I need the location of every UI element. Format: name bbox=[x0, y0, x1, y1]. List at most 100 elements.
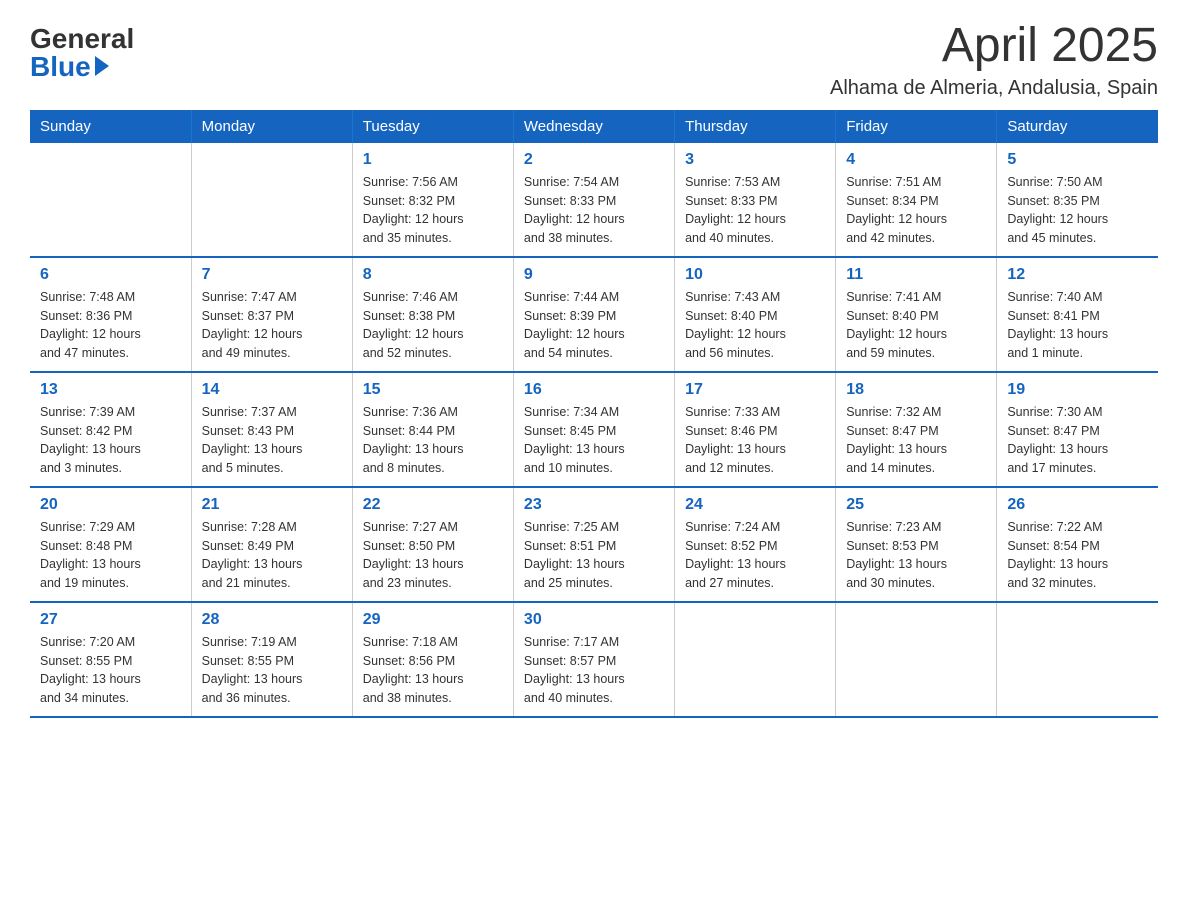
calendar-day-cell: 28Sunrise: 7:19 AMSunset: 8:55 PMDayligh… bbox=[191, 602, 352, 717]
day-info: Sunrise: 7:27 AMSunset: 8:50 PMDaylight:… bbox=[363, 518, 503, 593]
day-number: 11 bbox=[846, 266, 986, 284]
day-number: 21 bbox=[202, 496, 342, 514]
calendar-day-cell: 25Sunrise: 7:23 AMSunset: 8:53 PMDayligh… bbox=[836, 487, 997, 602]
calendar-week-row: 27 Sunrise: 7:20 AMSunset: 8:55 PMDayligh… bbox=[30, 602, 1158, 717]
day-info: Sunrise: 7:33 AMSunset: 8:46 PMDaylight:… bbox=[685, 403, 825, 478]
month-year-title: April 2025 bbox=[830, 20, 1158, 73]
title-area: April 2025 Alhama de Almeria, Andalusia,… bbox=[830, 20, 1158, 100]
day-number: 25 bbox=[846, 496, 986, 514]
calendar-day-cell: 19 Sunrise: 7:30 AMSunset: 8:47 PMDayligh… bbox=[997, 372, 1158, 487]
calendar-week-row: 6Sunrise: 7:48 AMSunset: 8:36 PMDaylight… bbox=[30, 257, 1158, 372]
calendar-week-row: 1 Sunrise: 7:56 AMSunset: 8:32 PMDaylight… bbox=[30, 143, 1158, 257]
day-info: Sunrise: 7:43 AMSunset: 8:40 PMDaylight:… bbox=[685, 288, 825, 363]
calendar-week-row: 13 Sunrise: 7:39 AMSunset: 8:42 PMDayligh… bbox=[30, 372, 1158, 487]
day-number: 23 bbox=[524, 496, 664, 514]
calendar-day-cell: 7Sunrise: 7:47 AMSunset: 8:37 PMDaylight… bbox=[191, 257, 352, 372]
logo-blue-text: Blue bbox=[30, 53, 109, 81]
day-number: 12 bbox=[1007, 266, 1148, 284]
day-number: 22 bbox=[363, 496, 503, 514]
calendar-table: SundayMondayTuesdayWednesdayThursdayFrid… bbox=[30, 110, 1158, 718]
calendar-day-cell: 11 Sunrise: 7:41 AMSunset: 8:40 PMDayligh… bbox=[836, 257, 997, 372]
day-number: 27 bbox=[40, 611, 181, 629]
day-number: 15 bbox=[363, 381, 503, 399]
day-number: 8 bbox=[363, 266, 503, 284]
calendar-day-cell: 18Sunrise: 7:32 AMSunset: 8:47 PMDayligh… bbox=[836, 372, 997, 487]
day-info: Sunrise: 7:46 AMSunset: 8:38 PMDaylight:… bbox=[363, 288, 503, 363]
calendar-day-cell: 8 Sunrise: 7:46 AMSunset: 8:38 PMDaylight… bbox=[352, 257, 513, 372]
day-info: Sunrise: 7:37 AMSunset: 8:43 PMDaylight:… bbox=[202, 403, 342, 478]
calendar-day-cell: 16Sunrise: 7:34 AMSunset: 8:45 PMDayligh… bbox=[513, 372, 674, 487]
day-info: Sunrise: 7:17 AMSunset: 8:57 PMDaylight:… bbox=[524, 633, 664, 708]
logo-triangle-icon bbox=[95, 56, 109, 76]
day-number: 2 bbox=[524, 151, 664, 169]
day-number: 14 bbox=[202, 381, 342, 399]
calendar-day-cell: 10 Sunrise: 7:43 AMSunset: 8:40 PMDayligh… bbox=[675, 257, 836, 372]
day-info: Sunrise: 7:24 AMSunset: 8:52 PMDaylight:… bbox=[685, 518, 825, 593]
calendar-body: 1 Sunrise: 7:56 AMSunset: 8:32 PMDaylight… bbox=[30, 143, 1158, 717]
day-info: Sunrise: 7:48 AMSunset: 8:36 PMDaylight:… bbox=[40, 288, 181, 363]
day-number: 9 bbox=[524, 266, 664, 284]
day-info: Sunrise: 7:32 AMSunset: 8:47 PMDaylight:… bbox=[846, 403, 986, 478]
calendar-day-cell: 12 Sunrise: 7:40 AMSunset: 8:41 PMDayligh… bbox=[997, 257, 1158, 372]
day-info: Sunrise: 7:41 AMSunset: 8:40 PMDaylight:… bbox=[846, 288, 986, 363]
weekday-header-thursday: Thursday bbox=[675, 110, 836, 143]
weekday-header-sunday: Sunday bbox=[30, 110, 191, 143]
day-number: 20 bbox=[40, 496, 181, 514]
calendar-day-cell: 1 Sunrise: 7:56 AMSunset: 8:32 PMDaylight… bbox=[352, 143, 513, 257]
weekday-header-saturday: Saturday bbox=[997, 110, 1158, 143]
calendar-day-cell: 6Sunrise: 7:48 AMSunset: 8:36 PMDaylight… bbox=[30, 257, 191, 372]
day-info: Sunrise: 7:18 AMSunset: 8:56 PMDaylight:… bbox=[363, 633, 503, 708]
day-number: 1 bbox=[363, 151, 503, 169]
calendar-day-cell: 3 Sunrise: 7:53 AMSunset: 8:33 PMDaylight… bbox=[675, 143, 836, 257]
calendar-day-cell: 29Sunrise: 7:18 AMSunset: 8:56 PMDayligh… bbox=[352, 602, 513, 717]
day-info: Sunrise: 7:56 AMSunset: 8:32 PMDaylight:… bbox=[363, 173, 503, 248]
calendar-day-cell bbox=[675, 602, 836, 717]
calendar-day-cell bbox=[191, 143, 352, 257]
calendar-day-cell: 24 Sunrise: 7:24 AMSunset: 8:52 PMDayligh… bbox=[675, 487, 836, 602]
day-number: 7 bbox=[202, 266, 342, 284]
day-info: Sunrise: 7:39 AMSunset: 8:42 PMDaylight:… bbox=[40, 403, 181, 478]
day-info: Sunrise: 7:36 AMSunset: 8:44 PMDaylight:… bbox=[363, 403, 503, 478]
day-number: 3 bbox=[685, 151, 825, 169]
calendar-day-cell: 27 Sunrise: 7:20 AMSunset: 8:55 PMDayligh… bbox=[30, 602, 191, 717]
day-info: Sunrise: 7:25 AMSunset: 8:51 PMDaylight:… bbox=[524, 518, 664, 593]
logo: General Blue bbox=[30, 20, 134, 81]
weekday-header-friday: Friday bbox=[836, 110, 997, 143]
calendar-header: SundayMondayTuesdayWednesdayThursdayFrid… bbox=[30, 110, 1158, 143]
day-number: 17 bbox=[685, 381, 825, 399]
day-number: 16 bbox=[524, 381, 664, 399]
day-number: 26 bbox=[1007, 496, 1148, 514]
calendar-day-cell: 9 Sunrise: 7:44 AMSunset: 8:39 PMDaylight… bbox=[513, 257, 674, 372]
day-number: 10 bbox=[685, 266, 825, 284]
day-number: 30 bbox=[524, 611, 664, 629]
location-subtitle: Alhama de Almeria, Andalusia, Spain bbox=[830, 77, 1158, 100]
calendar-day-cell bbox=[30, 143, 191, 257]
day-number: 19 bbox=[1007, 381, 1148, 399]
calendar-day-cell: 20 Sunrise: 7:29 AMSunset: 8:48 PMDayligh… bbox=[30, 487, 191, 602]
day-info: Sunrise: 7:20 AMSunset: 8:55 PMDaylight:… bbox=[40, 633, 181, 708]
day-number: 24 bbox=[685, 496, 825, 514]
weekday-header-row: SundayMondayTuesdayWednesdayThursdayFrid… bbox=[30, 110, 1158, 143]
day-info: Sunrise: 7:40 AMSunset: 8:41 PMDaylight:… bbox=[1007, 288, 1148, 363]
day-info: Sunrise: 7:50 AMSunset: 8:35 PMDaylight:… bbox=[1007, 173, 1148, 248]
day-number: 5 bbox=[1007, 151, 1148, 169]
calendar-day-cell bbox=[836, 602, 997, 717]
day-number: 13 bbox=[40, 381, 181, 399]
day-info: Sunrise: 7:44 AMSunset: 8:39 PMDaylight:… bbox=[524, 288, 664, 363]
calendar-day-cell: 30 Sunrise: 7:17 AMSunset: 8:57 PMDayligh… bbox=[513, 602, 674, 717]
calendar-day-cell: 17 Sunrise: 7:33 AMSunset: 8:46 PMDayligh… bbox=[675, 372, 836, 487]
calendar-day-cell: 15 Sunrise: 7:36 AMSunset: 8:44 PMDayligh… bbox=[352, 372, 513, 487]
day-info: Sunrise: 7:22 AMSunset: 8:54 PMDaylight:… bbox=[1007, 518, 1148, 593]
day-info: Sunrise: 7:54 AMSunset: 8:33 PMDaylight:… bbox=[524, 173, 664, 248]
day-info: Sunrise: 7:29 AMSunset: 8:48 PMDaylight:… bbox=[40, 518, 181, 593]
weekday-header-tuesday: Tuesday bbox=[352, 110, 513, 143]
day-info: Sunrise: 7:53 AMSunset: 8:33 PMDaylight:… bbox=[685, 173, 825, 248]
calendar-day-cell: 5 Sunrise: 7:50 AMSunset: 8:35 PMDaylight… bbox=[997, 143, 1158, 257]
day-info: Sunrise: 7:19 AMSunset: 8:55 PMDaylight:… bbox=[202, 633, 342, 708]
day-info: Sunrise: 7:30 AMSunset: 8:47 PMDaylight:… bbox=[1007, 403, 1148, 478]
weekday-header-monday: Monday bbox=[191, 110, 352, 143]
weekday-header-wednesday: Wednesday bbox=[513, 110, 674, 143]
calendar-day-cell: 21Sunrise: 7:28 AMSunset: 8:49 PMDayligh… bbox=[191, 487, 352, 602]
calendar-day-cell: 2 Sunrise: 7:54 AMSunset: 8:33 PMDaylight… bbox=[513, 143, 674, 257]
calendar-day-cell: 14 Sunrise: 7:37 AMSunset: 8:43 PMDayligh… bbox=[191, 372, 352, 487]
